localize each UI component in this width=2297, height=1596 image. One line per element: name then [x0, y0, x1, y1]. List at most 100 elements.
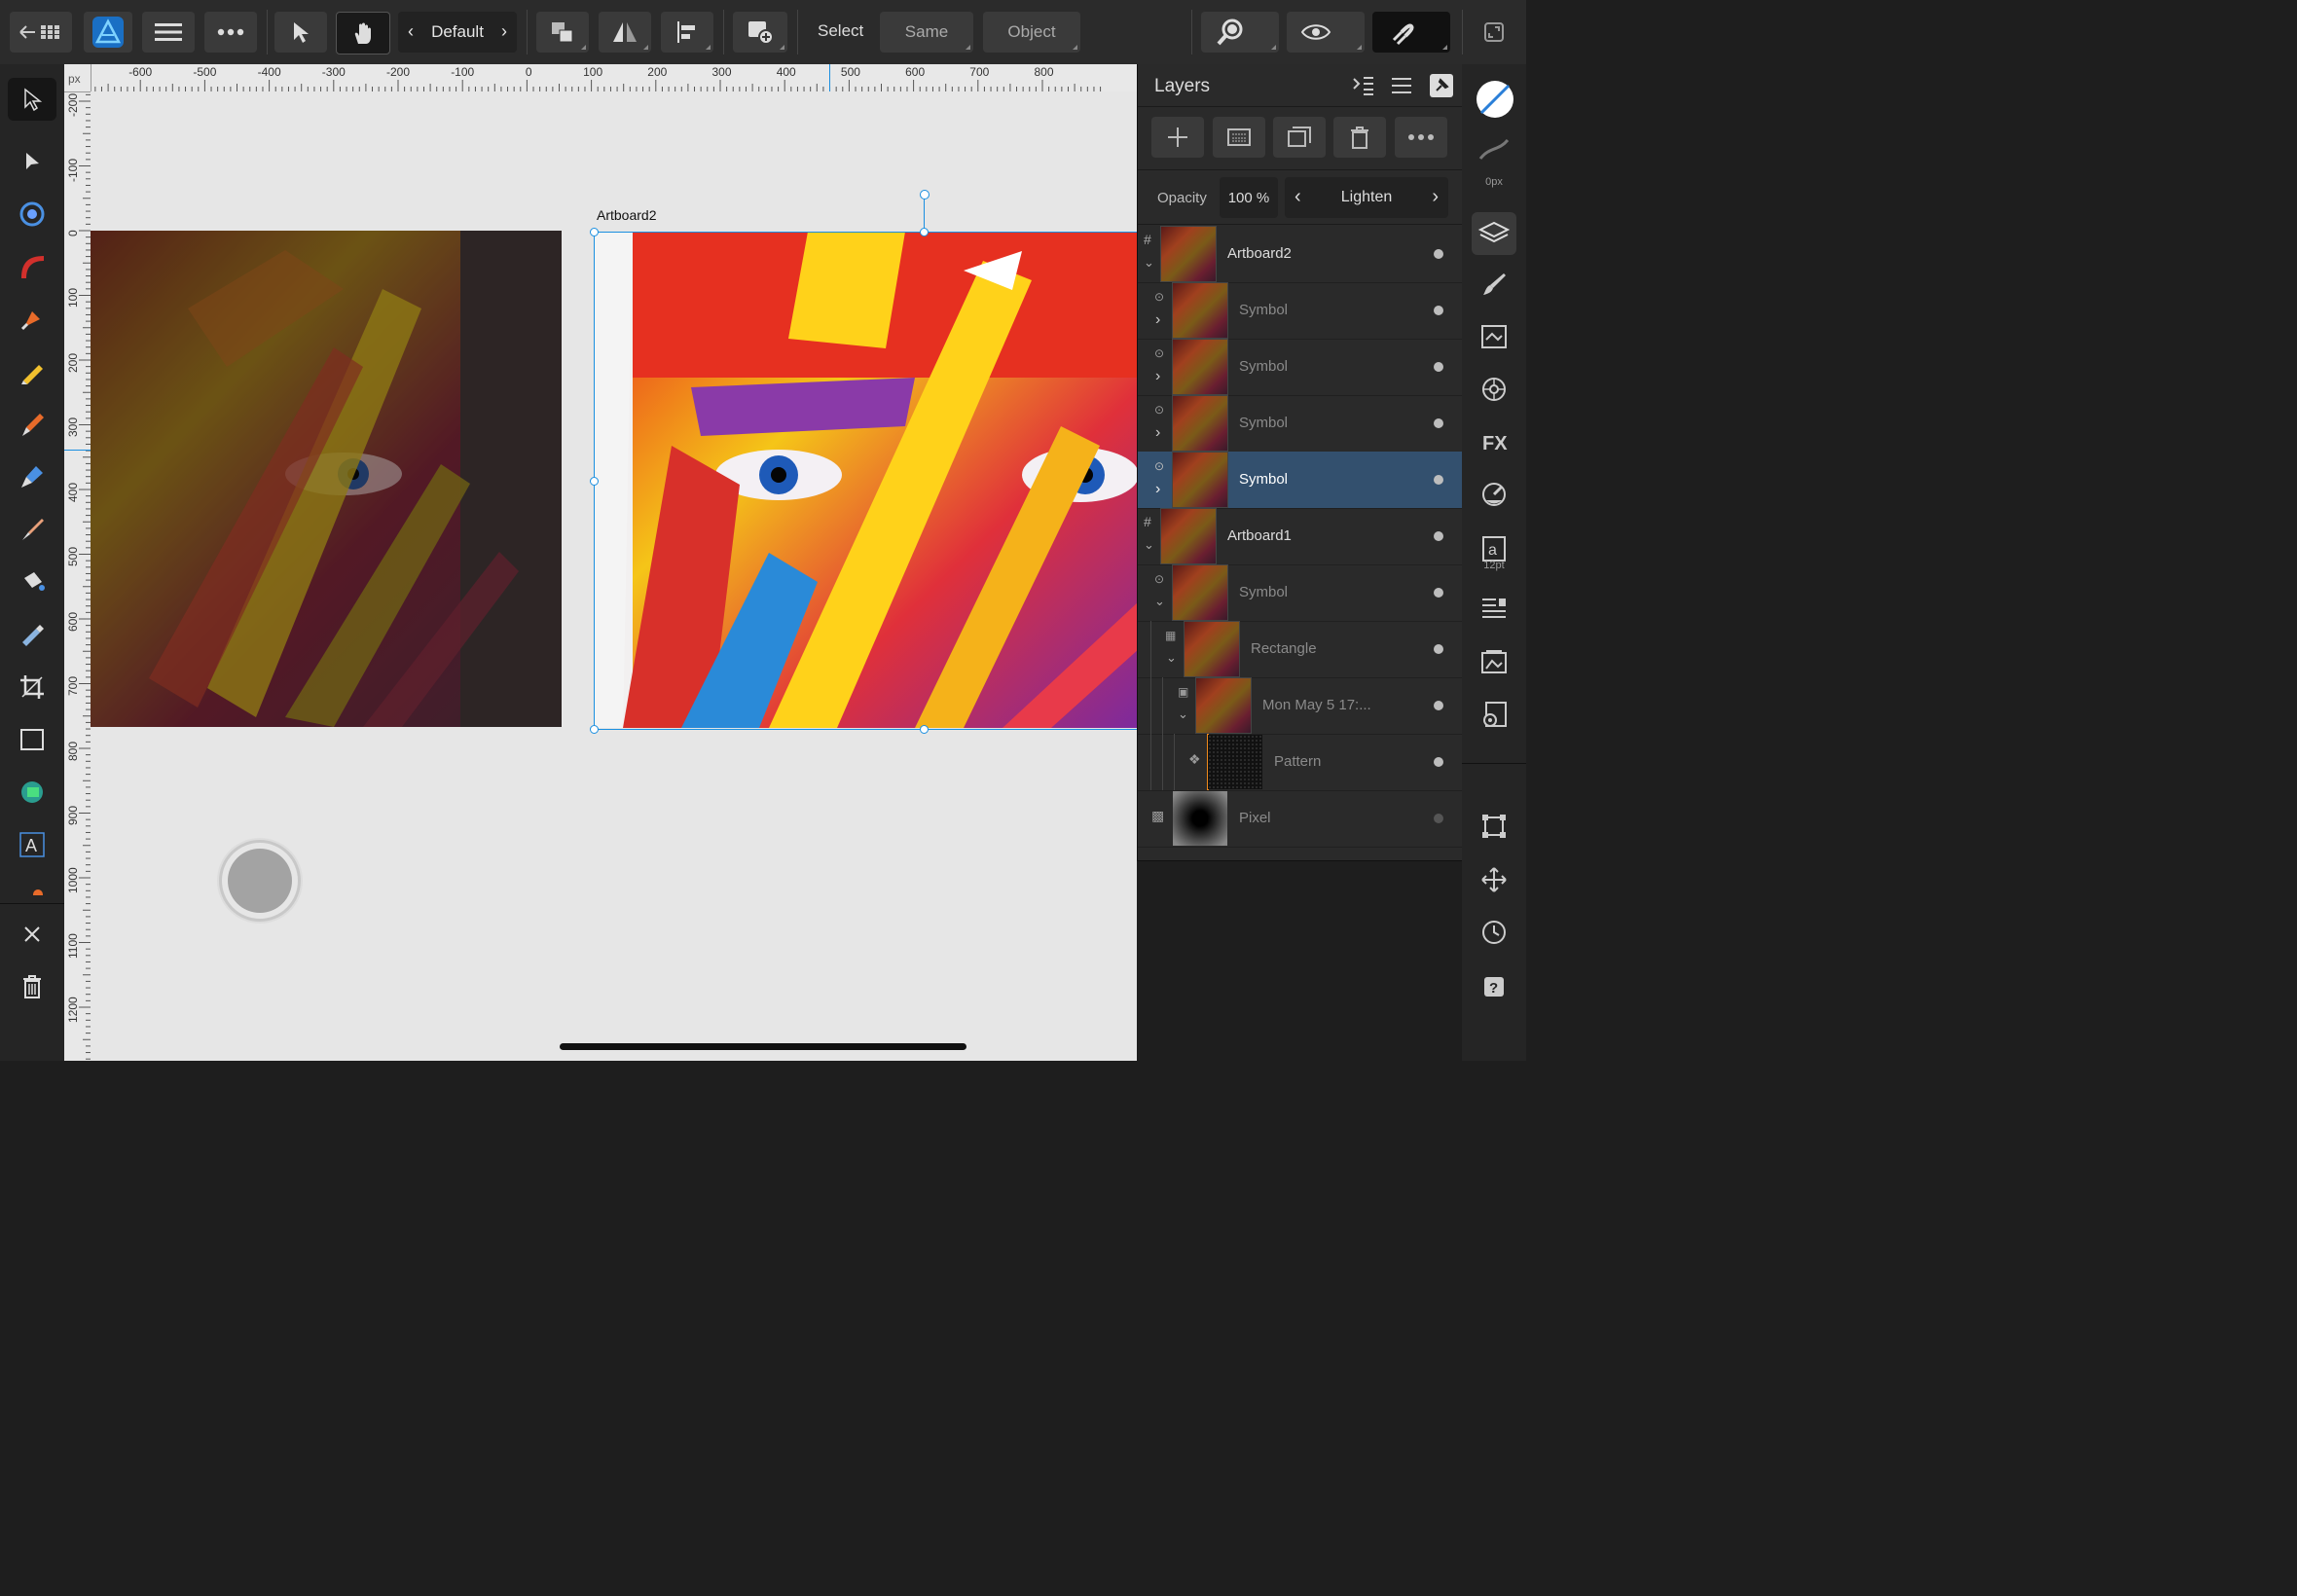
rectangle-tool[interactable]	[8, 718, 56, 761]
visibility-dot[interactable]	[1434, 362, 1443, 372]
pin-panel-button[interactable]	[1430, 74, 1453, 97]
layer-row-symbol[interactable]: ⊙ › Symbol	[1138, 395, 1463, 453]
add-object-button[interactable]	[733, 12, 787, 53]
gradient-tool[interactable]	[8, 245, 56, 288]
stroke-width-control[interactable]	[1475, 130, 1513, 169]
chevron-down-icon[interactable]: ⌄	[1178, 707, 1188, 722]
align-button[interactable]	[661, 12, 713, 53]
color-studio-button[interactable]	[1475, 370, 1513, 409]
persona-selector[interactable]: ‹ Default ›	[398, 12, 517, 53]
chevron-right-icon[interactable]: ›	[1155, 311, 1160, 329]
select-object-button[interactable]: Object	[983, 12, 1080, 53]
selection-handle[interactable]	[920, 725, 929, 734]
collapse-panel-button[interactable]	[1352, 75, 1375, 101]
corner-tool[interactable]	[8, 193, 56, 236]
help-button[interactable]: ?	[1475, 967, 1513, 1006]
modifier-button[interactable]	[219, 840, 301, 922]
effects-studio-button[interactable]: FX	[1475, 422, 1513, 461]
layer-row-artboard2[interactable]: # ⌄ Artboard2	[1138, 226, 1463, 283]
flip-button[interactable]	[599, 12, 651, 53]
pen-tool[interactable]	[8, 298, 56, 341]
node-tool[interactable]	[8, 140, 56, 183]
blend-mode-selector[interactable]: ‹ Lighten ›	[1285, 177, 1448, 218]
transparency-tool[interactable]	[8, 613, 56, 656]
visibility-dot[interactable]	[1434, 249, 1443, 259]
vertical-ruler[interactable]: -200 -100 0 100 200 300 400 500 600 700 800 900 1000…	[64, 64, 91, 1061]
chevron-right-icon[interactable]: ›	[501, 21, 507, 42]
zoom-button[interactable]	[1201, 12, 1279, 53]
selection-handle[interactable]	[590, 725, 599, 734]
visibility-dot[interactable]	[1434, 814, 1443, 823]
selection-handle[interactable]	[920, 228, 929, 236]
fill-tool[interactable]	[8, 455, 56, 498]
visibility-dot[interactable]	[1434, 644, 1443, 654]
add-layer-button[interactable]	[1151, 117, 1204, 158]
artboard2-label[interactable]: Artboard2	[597, 207, 656, 223]
more-button[interactable]	[204, 12, 257, 53]
history-studio-button[interactable]	[1475, 913, 1513, 952]
layer-row-pattern[interactable]: ❖ Pattern	[1138, 734, 1463, 791]
view-mode-button[interactable]	[1287, 12, 1365, 53]
navigator-studio-button[interactable]	[1475, 317, 1513, 356]
layer-row-rectangle[interactable]: ▦ ⌄ Rectangle	[1138, 621, 1463, 678]
panel-menu-button[interactable]	[1391, 76, 1412, 100]
layer-row-pixel[interactable]: ▩ Pixel	[1138, 790, 1463, 848]
select-same-button[interactable]: Same	[880, 12, 973, 53]
visibility-dot[interactable]	[1434, 588, 1443, 598]
visibility-dot[interactable]	[1434, 418, 1443, 428]
symbols-studio-button[interactable]	[1475, 695, 1513, 734]
chevron-down-icon[interactable]: ⌄	[1144, 537, 1154, 553]
menu-button[interactable]	[142, 12, 195, 53]
rotation-handle[interactable]	[920, 190, 930, 200]
chevron-down-icon[interactable]: ⌄	[1166, 650, 1177, 666]
pencil-tool[interactable]	[8, 350, 56, 393]
paragraph-studio-button[interactable]	[1475, 590, 1513, 629]
delete-button[interactable]	[8, 965, 56, 1008]
snapping-button[interactable]	[1372, 12, 1450, 53]
vector-brush-tool[interactable]	[8, 403, 56, 446]
layer-row-symbol[interactable]: ⊙ › Symbol	[1138, 339, 1463, 396]
selection-handle[interactable]	[590, 477, 599, 486]
layer-row-symbol[interactable]: ⊙ › Symbol	[1138, 282, 1463, 340]
add-pixel-layer-button[interactable]	[1213, 117, 1265, 158]
layers-studio-button[interactable]	[1472, 212, 1516, 255]
close-button[interactable]	[8, 913, 56, 956]
visibility-dot[interactable]	[1434, 701, 1443, 710]
fullscreen-button[interactable]	[1476, 12, 1513, 53]
layer-row-image[interactable]: ▣ ⌄ Mon May 5 17:...	[1138, 677, 1463, 735]
layer-options-button[interactable]	[1395, 117, 1447, 158]
move-tool[interactable]	[8, 78, 56, 121]
gesture-tool-button[interactable]	[336, 12, 390, 54]
snapping-studio-button[interactable]	[1475, 860, 1513, 899]
chevron-left-icon[interactable]: ‹	[408, 21, 414, 42]
visibility-dot[interactable]	[1434, 757, 1443, 767]
visibility-dot[interactable]	[1434, 531, 1443, 541]
appearance-studio-button[interactable]	[1475, 475, 1513, 514]
paint-brush-tool[interactable]	[8, 508, 56, 551]
visibility-dot[interactable]	[1434, 306, 1443, 315]
chevron-down-icon[interactable]: ⌄	[1154, 594, 1165, 609]
layer-row-artboard1[interactable]: # ⌄ Artboard1	[1138, 508, 1463, 565]
opacity-field[interactable]: 100 %	[1220, 177, 1278, 218]
delete-layer-button[interactable]	[1333, 117, 1386, 158]
transform-studio-button[interactable]	[1475, 807, 1513, 846]
chevron-down-icon[interactable]: ⌄	[1144, 255, 1154, 271]
layer-row-symbol[interactable]: ⊙ ⌄ Symbol	[1138, 564, 1463, 622]
layer-row-symbol-selected[interactable]: ⊙ › Symbol	[1138, 452, 1463, 509]
artboard1[interactable]	[91, 231, 562, 727]
place-image-tool[interactable]	[8, 771, 56, 814]
crop-tool[interactable]	[8, 666, 56, 708]
chevron-right-icon[interactable]: ›	[1432, 186, 1439, 208]
canvas[interactable]: Artboard2	[91, 91, 1137, 1061]
selection-handle[interactable]	[590, 228, 599, 236]
home-grid-button[interactable]	[10, 12, 72, 53]
assets-studio-button[interactable]	[1475, 642, 1513, 681]
move-tool-button[interactable]	[274, 12, 327, 53]
pixel-fill-tool[interactable]	[8, 561, 56, 603]
brushes-studio-button[interactable]	[1475, 265, 1513, 304]
app-logo-button[interactable]	[84, 12, 132, 53]
group-layers-button[interactable]	[1273, 117, 1326, 158]
chevron-right-icon[interactable]: ›	[1155, 481, 1160, 498]
visibility-dot[interactable]	[1434, 475, 1443, 485]
arrange-button[interactable]	[536, 12, 589, 53]
